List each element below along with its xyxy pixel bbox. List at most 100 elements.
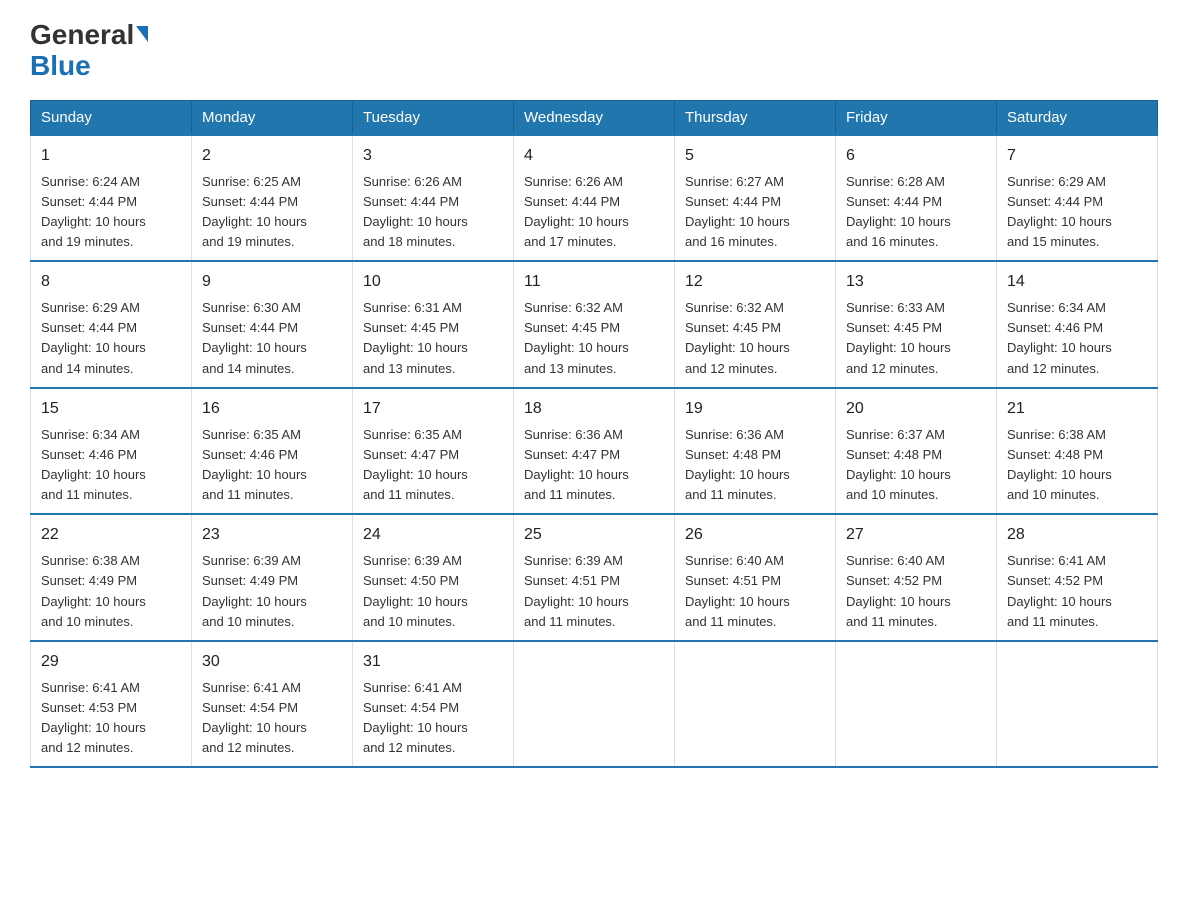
day-number: 23 <box>202 523 342 547</box>
calendar-cell: 17 Sunrise: 6:35 AMSunset: 4:47 PMDaylig… <box>353 388 514 515</box>
calendar-week-row: 8 Sunrise: 6:29 AMSunset: 4:44 PMDayligh… <box>31 261 1158 388</box>
calendar-cell: 5 Sunrise: 6:27 AMSunset: 4:44 PMDayligh… <box>675 135 836 262</box>
day-number: 13 <box>846 270 986 294</box>
day-number: 18 <box>524 397 664 421</box>
calendar-cell: 6 Sunrise: 6:28 AMSunset: 4:44 PMDayligh… <box>836 135 997 262</box>
day-info: Sunrise: 6:34 AMSunset: 4:46 PMDaylight:… <box>1007 300 1112 375</box>
calendar-week-row: 29 Sunrise: 6:41 AMSunset: 4:53 PMDaylig… <box>31 641 1158 768</box>
day-number: 12 <box>685 270 825 294</box>
calendar-cell: 8 Sunrise: 6:29 AMSunset: 4:44 PMDayligh… <box>31 261 192 388</box>
day-info: Sunrise: 6:41 AMSunset: 4:54 PMDaylight:… <box>363 680 468 755</box>
day-number: 5 <box>685 144 825 168</box>
day-info: Sunrise: 6:36 AMSunset: 4:48 PMDaylight:… <box>685 427 790 502</box>
day-number: 10 <box>363 270 503 294</box>
weekday-header-sunday: Sunday <box>31 100 192 135</box>
calendar-cell: 26 Sunrise: 6:40 AMSunset: 4:51 PMDaylig… <box>675 514 836 641</box>
calendar-cell: 4 Sunrise: 6:26 AMSunset: 4:44 PMDayligh… <box>514 135 675 262</box>
day-info: Sunrise: 6:30 AMSunset: 4:44 PMDaylight:… <box>202 300 307 375</box>
day-info: Sunrise: 6:26 AMSunset: 4:44 PMDaylight:… <box>524 174 629 249</box>
calendar-cell <box>997 641 1158 768</box>
calendar-cell: 16 Sunrise: 6:35 AMSunset: 4:46 PMDaylig… <box>192 388 353 515</box>
day-number: 27 <box>846 523 986 547</box>
day-info: Sunrise: 6:31 AMSunset: 4:45 PMDaylight:… <box>363 300 468 375</box>
day-info: Sunrise: 6:41 AMSunset: 4:52 PMDaylight:… <box>1007 553 1112 628</box>
day-info: Sunrise: 6:28 AMSunset: 4:44 PMDaylight:… <box>846 174 951 249</box>
day-info: Sunrise: 6:35 AMSunset: 4:47 PMDaylight:… <box>363 427 468 502</box>
day-info: Sunrise: 6:34 AMSunset: 4:46 PMDaylight:… <box>41 427 146 502</box>
day-info: Sunrise: 6:24 AMSunset: 4:44 PMDaylight:… <box>41 174 146 249</box>
day-info: Sunrise: 6:33 AMSunset: 4:45 PMDaylight:… <box>846 300 951 375</box>
day-number: 4 <box>524 144 664 168</box>
day-info: Sunrise: 6:29 AMSunset: 4:44 PMDaylight:… <box>1007 174 1112 249</box>
day-info: Sunrise: 6:41 AMSunset: 4:54 PMDaylight:… <box>202 680 307 755</box>
calendar-cell <box>514 641 675 768</box>
logo-blue-text: Blue <box>30 51 148 82</box>
day-number: 2 <box>202 144 342 168</box>
day-number: 16 <box>202 397 342 421</box>
calendar-cell: 18 Sunrise: 6:36 AMSunset: 4:47 PMDaylig… <box>514 388 675 515</box>
calendar-cell: 29 Sunrise: 6:41 AMSunset: 4:53 PMDaylig… <box>31 641 192 768</box>
day-number: 22 <box>41 523 181 547</box>
calendar-cell: 10 Sunrise: 6:31 AMSunset: 4:45 PMDaylig… <box>353 261 514 388</box>
day-number: 9 <box>202 270 342 294</box>
day-info: Sunrise: 6:35 AMSunset: 4:46 PMDaylight:… <box>202 427 307 502</box>
calendar-week-row: 1 Sunrise: 6:24 AMSunset: 4:44 PMDayligh… <box>31 135 1158 262</box>
calendar-cell: 25 Sunrise: 6:39 AMSunset: 4:51 PMDaylig… <box>514 514 675 641</box>
day-number: 20 <box>846 397 986 421</box>
calendar-cell: 12 Sunrise: 6:32 AMSunset: 4:45 PMDaylig… <box>675 261 836 388</box>
day-number: 24 <box>363 523 503 547</box>
calendar-cell: 31 Sunrise: 6:41 AMSunset: 4:54 PMDaylig… <box>353 641 514 768</box>
weekday-header-wednesday: Wednesday <box>514 100 675 135</box>
day-info: Sunrise: 6:39 AMSunset: 4:49 PMDaylight:… <box>202 553 307 628</box>
day-info: Sunrise: 6:41 AMSunset: 4:53 PMDaylight:… <box>41 680 146 755</box>
calendar-cell: 21 Sunrise: 6:38 AMSunset: 4:48 PMDaylig… <box>997 388 1158 515</box>
day-info: Sunrise: 6:38 AMSunset: 4:48 PMDaylight:… <box>1007 427 1112 502</box>
calendar-cell: 3 Sunrise: 6:26 AMSunset: 4:44 PMDayligh… <box>353 135 514 262</box>
weekday-header-monday: Monday <box>192 100 353 135</box>
calendar-cell: 27 Sunrise: 6:40 AMSunset: 4:52 PMDaylig… <box>836 514 997 641</box>
day-number: 21 <box>1007 397 1147 421</box>
logo: General Blue <box>30 20 148 82</box>
day-info: Sunrise: 6:32 AMSunset: 4:45 PMDaylight:… <box>685 300 790 375</box>
weekday-header-tuesday: Tuesday <box>353 100 514 135</box>
day-number: 11 <box>524 270 664 294</box>
day-info: Sunrise: 6:29 AMSunset: 4:44 PMDaylight:… <box>41 300 146 375</box>
day-info: Sunrise: 6:38 AMSunset: 4:49 PMDaylight:… <box>41 553 146 628</box>
page-header: General Blue <box>30 20 1158 82</box>
calendar-cell: 2 Sunrise: 6:25 AMSunset: 4:44 PMDayligh… <box>192 135 353 262</box>
day-info: Sunrise: 6:26 AMSunset: 4:44 PMDaylight:… <box>363 174 468 249</box>
day-info: Sunrise: 6:39 AMSunset: 4:51 PMDaylight:… <box>524 553 629 628</box>
calendar-cell <box>836 641 997 768</box>
day-number: 30 <box>202 650 342 674</box>
calendar-cell: 28 Sunrise: 6:41 AMSunset: 4:52 PMDaylig… <box>997 514 1158 641</box>
calendar-cell <box>675 641 836 768</box>
day-number: 29 <box>41 650 181 674</box>
day-info: Sunrise: 6:37 AMSunset: 4:48 PMDaylight:… <box>846 427 951 502</box>
day-info: Sunrise: 6:39 AMSunset: 4:50 PMDaylight:… <box>363 553 468 628</box>
calendar-week-row: 15 Sunrise: 6:34 AMSunset: 4:46 PMDaylig… <box>31 388 1158 515</box>
weekday-header-thursday: Thursday <box>675 100 836 135</box>
day-number: 1 <box>41 144 181 168</box>
day-info: Sunrise: 6:40 AMSunset: 4:52 PMDaylight:… <box>846 553 951 628</box>
day-info: Sunrise: 6:27 AMSunset: 4:44 PMDaylight:… <box>685 174 790 249</box>
calendar-cell: 20 Sunrise: 6:37 AMSunset: 4:48 PMDaylig… <box>836 388 997 515</box>
day-number: 31 <box>363 650 503 674</box>
day-number: 6 <box>846 144 986 168</box>
day-number: 17 <box>363 397 503 421</box>
calendar-cell: 14 Sunrise: 6:34 AMSunset: 4:46 PMDaylig… <box>997 261 1158 388</box>
day-number: 28 <box>1007 523 1147 547</box>
day-number: 26 <box>685 523 825 547</box>
day-number: 14 <box>1007 270 1147 294</box>
day-info: Sunrise: 6:40 AMSunset: 4:51 PMDaylight:… <box>685 553 790 628</box>
calendar-table: SundayMondayTuesdayWednesdayThursdayFrid… <box>30 100 1158 769</box>
day-number: 7 <box>1007 144 1147 168</box>
calendar-cell: 1 Sunrise: 6:24 AMSunset: 4:44 PMDayligh… <box>31 135 192 262</box>
calendar-cell: 11 Sunrise: 6:32 AMSunset: 4:45 PMDaylig… <box>514 261 675 388</box>
day-number: 8 <box>41 270 181 294</box>
calendar-week-row: 22 Sunrise: 6:38 AMSunset: 4:49 PMDaylig… <box>31 514 1158 641</box>
day-number: 15 <box>41 397 181 421</box>
calendar-cell: 13 Sunrise: 6:33 AMSunset: 4:45 PMDaylig… <box>836 261 997 388</box>
weekday-header-row: SundayMondayTuesdayWednesdayThursdayFrid… <box>31 100 1158 135</box>
calendar-cell: 19 Sunrise: 6:36 AMSunset: 4:48 PMDaylig… <box>675 388 836 515</box>
calendar-cell: 22 Sunrise: 6:38 AMSunset: 4:49 PMDaylig… <box>31 514 192 641</box>
